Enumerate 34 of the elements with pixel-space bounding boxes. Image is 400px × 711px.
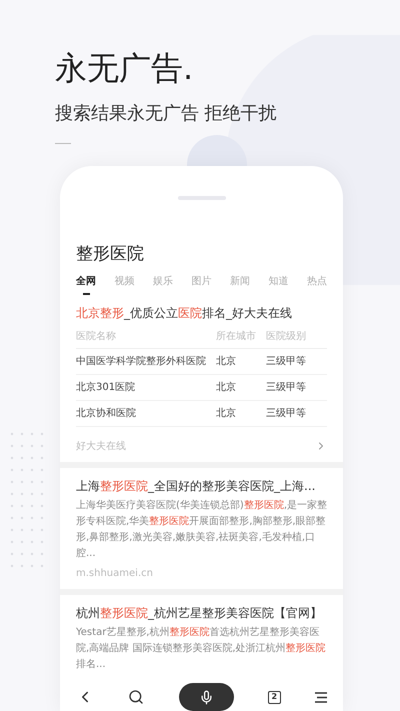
category-tab[interactable]: 知道	[268, 274, 288, 294]
category-tab[interactable]: 热点	[307, 274, 327, 294]
category-tab[interactable]: 视频	[114, 274, 134, 294]
result-snippet: Yestar艺星整形,杭州整形医院首选杭州艺星整形美容医院,高端品牌 国际连锁整形美容医院,处浙江杭州整形医院 排名...	[76, 626, 327, 672]
voice-button[interactable]	[178, 683, 234, 711]
table-cell-text: 北京	[216, 406, 237, 420]
table-cell-text: 北京	[216, 354, 237, 368]
category-tab[interactable]: 全网	[76, 274, 96, 294]
category-tab[interactable]: 新闻	[230, 274, 250, 294]
headline: 永无广告.	[55, 48, 194, 88]
table-cell-text: 三级甲等	[266, 354, 307, 368]
result-title[interactable]: 上海整形医院_全国好的整形美容医院_上海...	[76, 476, 327, 496]
source-link[interactable]: 好大夫在线	[76, 438, 126, 454]
table-cell-text: 北京协和医院	[76, 406, 137, 420]
result-url: m.shhuamei.cn	[76, 566, 154, 580]
result-title[interactable]: 杭州整形医院_杭州艺星整形美容医院【官网】	[76, 602, 327, 622]
result-snippet: 上海华美医疗美容医院(华美连锁总部)整形医院,是一家整形专科医院,华美整形医院开展面部整形,胸部整形,眼部整形,鼻部整形,激光美容,嫩肤美容,祛斑美容,毛发种植,口腔...	[76, 498, 327, 560]
table-cell-text: 北京	[216, 380, 237, 394]
category-tab[interactable]: 图片	[192, 274, 212, 294]
table-cell-text: 三级甲等	[266, 380, 307, 394]
tab-count[interactable]: 2	[268, 690, 281, 704]
category-tab[interactable]: 娱乐	[153, 274, 173, 294]
menu-icon[interactable]	[315, 692, 327, 702]
table-cell-text: 三级甲等	[266, 406, 307, 420]
table-cell-text: 中国医学科学院整形外科医院	[76, 354, 207, 368]
search-query: 整形医院	[75, 243, 145, 266]
table-cell-text: 北京301医院	[76, 380, 136, 394]
column-header: 所在城市	[216, 330, 257, 344]
subtitle: 搜索结果永无广告 拒绝干扰	[55, 102, 278, 126]
column-header: 医院名称	[76, 330, 117, 344]
microphone-icon	[198, 690, 214, 704]
column-header: 医院级别	[266, 330, 307, 344]
search-icon[interactable]	[128, 689, 144, 705]
result-title[interactable]: 北京整形_优质公立医院排名_好大夫在线	[76, 302, 327, 322]
